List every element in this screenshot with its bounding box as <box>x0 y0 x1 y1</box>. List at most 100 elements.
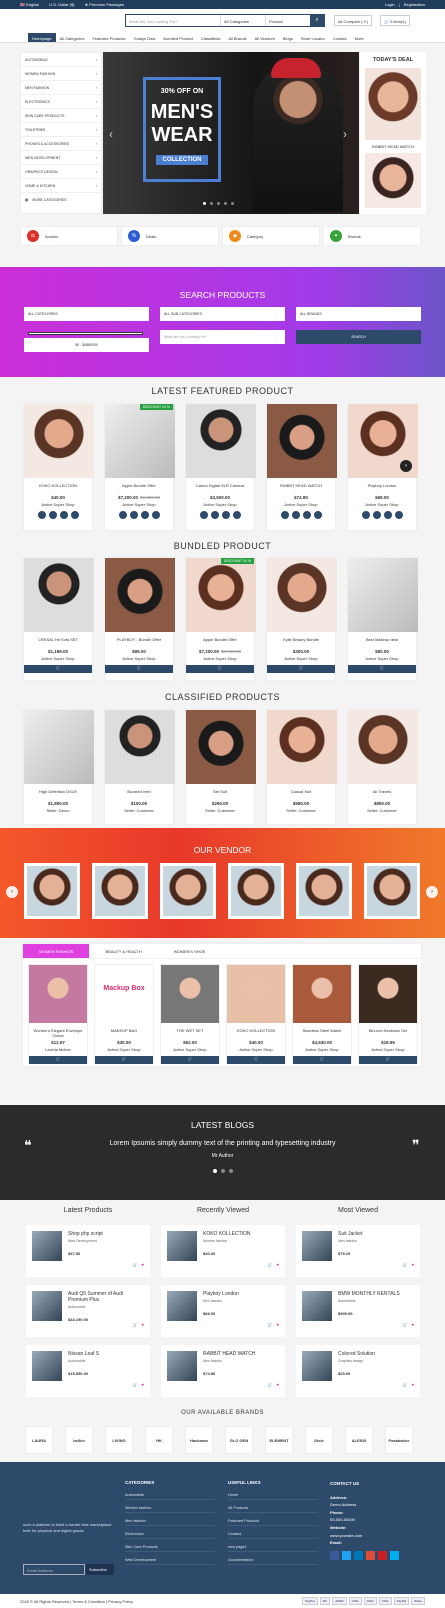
compare-icon[interactable] <box>37 511 46 519</box>
list-item[interactable]: Nissan Leaf S Automobile $15,550.00 🛒 ♥ <box>26 1345 150 1397</box>
product-image[interactable] <box>348 710 418 784</box>
footer-link[interactable]: Documentation <box>228 1558 318 1565</box>
heart-icon[interactable] <box>372 511 381 519</box>
cart-icon[interactable] <box>70 511 79 519</box>
product-card[interactable]: KOKO KOLLECTION $40.00 Active Super Shop <box>23 403 94 531</box>
product-name[interactable]: Canon Digital SLR Camera <box>186 483 254 493</box>
search-submit-button[interactable]: SEARCH <box>296 330 421 344</box>
shop-name[interactable]: Active Super Shop <box>348 502 416 507</box>
heart-icon[interactable]: ♥ <box>412 1262 414 1267</box>
add-to-cart-button[interactable]: 🛒 <box>186 665 254 673</box>
brand-logo[interactable]: LAURA <box>25 1426 53 1454</box>
list-item[interactable]: Colored Solution Graphics design $25.00 🛒 ♥ <box>296 1345 420 1397</box>
product-name[interactable]: Playboy London <box>348 483 416 493</box>
brand-logo[interactable]: ALESSI <box>345 1426 373 1454</box>
shop-name[interactable]: Seller: Customer <box>186 808 254 813</box>
shop-name[interactable]: Active Super Shop <box>267 502 335 507</box>
product-name[interactable]: All Travels <box>348 789 416 799</box>
nav-item-10[interactable]: Contact <box>329 33 351 42</box>
item-name[interactable]: Nissan Leaf S <box>68 1351 144 1357</box>
footer-link[interactable]: Web Development <box>125 1558 215 1565</box>
shop-name[interactable]: Active Super Shop <box>95 1047 153 1052</box>
heart-icon[interactable] <box>129 511 138 519</box>
cart-icon[interactable] <box>151 511 160 519</box>
cart-icon[interactable]: 🛒 <box>403 1382 408 1387</box>
keyword-input[interactable]: What Are You Looking For? <box>160 330 285 344</box>
item-thumb[interactable] <box>302 1351 332 1381</box>
dot[interactable] <box>210 202 213 205</box>
product-card[interactable]: RABBIT HEAD WATCH $74.80 Active Super Shop <box>266 403 337 531</box>
product-card[interactable]: Boosted heel $100.00 Seller: Customer <box>104 709 175 825</box>
brand-logo[interactable]: Dixie <box>305 1426 333 1454</box>
category-item[interactable]: WOMEN FASHION › <box>21 67 101 81</box>
cart-icon[interactable]: 🛒 <box>133 1382 138 1387</box>
product-name[interactable]: THE WET SET <box>161 1028 219 1038</box>
dot[interactable] <box>224 202 227 205</box>
heart-icon[interactable]: ♥ <box>142 1322 144 1327</box>
item-thumb[interactable] <box>302 1231 332 1261</box>
subcategory-filter[interactable]: ALL SUB CATEGORIES <box>160 307 285 321</box>
product-image[interactable] <box>105 404 175 478</box>
brand-logo[interactable]: HK <box>145 1426 173 1454</box>
cart-icon[interactable]: 🛒 <box>133 1322 138 1327</box>
category-item[interactable]: SKIN CARE PRODUCTS › <box>21 109 101 123</box>
product-image[interactable] <box>227 965 285 1023</box>
category-item[interactable]: MEN FASHION › <box>21 81 101 95</box>
more-categories-link[interactable]: ▦ MORE CATEGORIES <box>21 193 101 207</box>
brand-logo[interactable]: Pasabahce <box>385 1426 413 1454</box>
footer-link[interactable]: Featured Products <box>228 1519 318 1526</box>
search-button[interactable]: ⌕ <box>310 15 324 26</box>
deal-name[interactable]: RABBIT HEAD WATCH <box>360 144 426 149</box>
list-item[interactable]: Audi Q5 Summer of Audi Premium Plus Autom… <box>26 1285 150 1337</box>
category-item[interactable]: AUTOMOBILE › <box>21 53 101 67</box>
product-image[interactable] <box>267 404 337 478</box>
cart-icon[interactable] <box>394 511 403 519</box>
product-image[interactable] <box>359 965 417 1023</box>
facebook-icon[interactable] <box>330 1550 339 1560</box>
product-name[interactable]: Best Makeup deal <box>348 637 416 647</box>
dot[interactable] <box>212 1169 217 1173</box>
list-item[interactable]: KOKO KOLLECTION Women fashion $40.00 🛒 ♥ <box>161 1225 285 1277</box>
product-image[interactable]: Mackup Box <box>95 965 153 1023</box>
product-image[interactable] <box>293 965 351 1023</box>
eye-icon[interactable] <box>383 511 392 519</box>
item-thumb[interactable] <box>167 1291 197 1321</box>
product-image[interactable] <box>24 558 94 632</box>
product-card[interactable]: Kylie Beauty Bundle $300.00 Active Super S… <box>266 557 337 681</box>
heart-icon[interactable] <box>210 511 219 519</box>
shop-name[interactable]: Active Super Shop <box>186 502 254 507</box>
product-image[interactable] <box>186 404 256 478</box>
privacy-link[interactable]: Privacy Policy <box>108 1599 133 1604</box>
vendor-card[interactable] <box>296 863 352 919</box>
product-card[interactable]: DISCOUNT 10 % Apple Bundle Offer $7,200.00… <box>104 403 175 531</box>
product-image[interactable] <box>161 965 219 1023</box>
dot[interactable] <box>203 202 206 205</box>
google-plus-icon[interactable] <box>366 1550 375 1560</box>
dot[interactable] <box>231 202 234 205</box>
add-to-cart-button[interactable]: 🛒 <box>29 1056 87 1064</box>
type-select[interactable]: Product <box>265 15 310 26</box>
footer-link[interactable]: Men fashion <box>125 1519 215 1526</box>
product-image[interactable] <box>24 710 94 784</box>
shop-name[interactable]: Active Super Shop <box>293 1047 351 1052</box>
footer-link[interactable]: Automobile <box>125 1493 215 1500</box>
heart-icon[interactable] <box>291 511 300 519</box>
language-select[interactable]: 🇬🇧 English <box>20 2 39 7</box>
shop-name[interactable]: Active Super Shop <box>186 656 254 661</box>
product-name[interactable]: Kylie Beauty Bundle <box>267 637 335 647</box>
list-item[interactable]: Suit Jacket Men fashion $79.20 🛒 ♥ <box>296 1225 420 1277</box>
add-to-cart-button[interactable]: 🛒 <box>95 1056 153 1064</box>
compare-icon[interactable] <box>199 511 208 519</box>
product-image[interactable] <box>348 558 418 632</box>
product-name[interactable]: Casual Suit <box>267 789 335 799</box>
skype-icon[interactable] <box>390 1550 399 1560</box>
nav-item-9[interactable]: Store Locator <box>297 33 329 42</box>
add-to-cart-button[interactable]: 🛒 <box>348 665 416 673</box>
vendor-next-icon[interactable]: › <box>426 886 438 898</box>
add-to-cart-button[interactable]: 🛒 <box>24 665 92 673</box>
price-slider[interactable] <box>28 332 143 335</box>
product-name[interactable]: Set Suit <box>186 789 254 799</box>
category-item[interactable]: TOILETRIES › <box>21 123 101 137</box>
quick-link-deals[interactable]: % Deals <box>121 226 219 246</box>
eye-icon[interactable] <box>59 511 68 519</box>
